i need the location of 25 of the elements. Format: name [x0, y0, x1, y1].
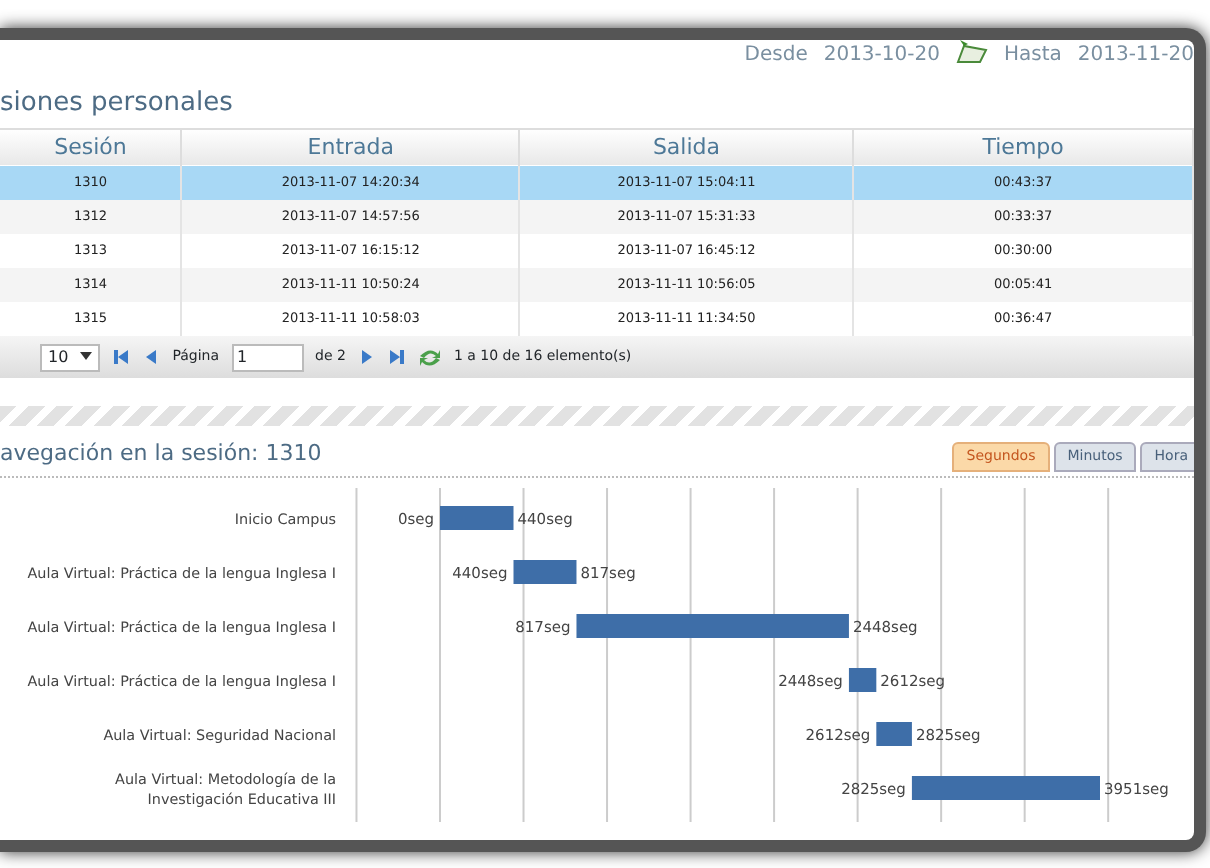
to-date: 2013-11-20 — [1077, 42, 1194, 70]
bar[interactable] — [576, 613, 849, 637]
caret-icon — [80, 352, 93, 361]
previous-page-icon[interactable] — [142, 348, 161, 366]
column-header[interactable]: Tiempo — [853, 128, 1193, 166]
bar[interactable] — [848, 667, 877, 691]
refresh-icon[interactable] — [417, 347, 442, 367]
section-title: avegación en la sesión: 1310 — [0, 438, 322, 470]
calendar-icon[interactable] — [955, 40, 988, 64]
from-date: 2013-10-20 — [823, 42, 940, 70]
column-header[interactable]: Sesión — [0, 128, 182, 166]
bar[interactable] — [911, 775, 1100, 799]
page-size-select[interactable]: 10 — [40, 343, 101, 371]
page-field[interactable]: 1 — [231, 343, 303, 371]
bar[interactable] — [513, 559, 577, 583]
last-page-icon[interactable] — [387, 348, 406, 366]
column-header[interactable]: Entrada — [181, 128, 520, 166]
from-label: Desde — [744, 42, 808, 70]
to-label: Hasta — [1003, 42, 1062, 70]
next-page-icon[interactable] — [357, 348, 376, 366]
first-page-icon[interactable] — [112, 348, 131, 366]
bar[interactable] — [440, 505, 514, 529]
bar[interactable] — [876, 721, 912, 745]
section-title: siones personales — [0, 86, 235, 122]
column-header[interactable]: Salida — [519, 128, 854, 166]
